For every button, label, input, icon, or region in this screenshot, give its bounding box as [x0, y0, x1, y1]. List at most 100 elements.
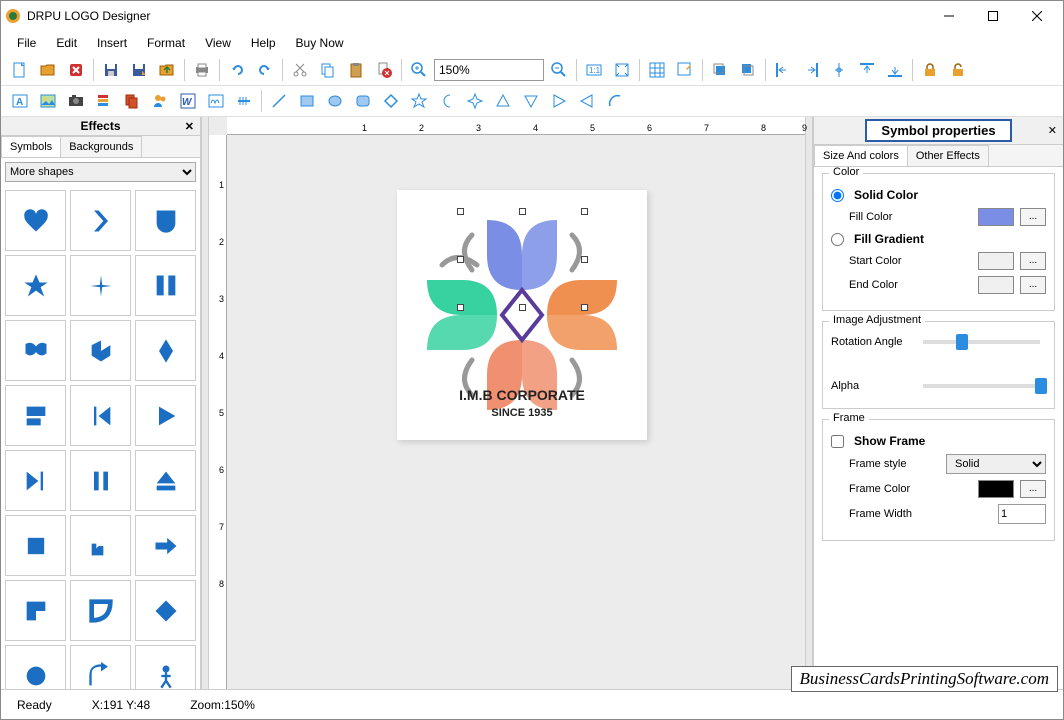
show-frame-checkbox[interactable] — [831, 435, 844, 448]
star-tool-icon[interactable] — [406, 88, 432, 114]
signature-icon[interactable] — [203, 88, 229, 114]
frame-color-swatch[interactable] — [978, 480, 1014, 498]
frame-color-browse-button[interactable]: ... — [1020, 480, 1046, 498]
end-color-swatch[interactable] — [978, 276, 1014, 294]
symbol-arrow-down-left[interactable] — [70, 515, 131, 576]
right-resize-handle[interactable] — [805, 117, 813, 689]
rotation-slider[interactable] — [923, 340, 1040, 344]
canvas-viewport[interactable]: I.M.B CORPORATE SINCE 1935 — [227, 135, 805, 689]
symbol-diamond[interactable] — [135, 320, 196, 381]
symbol-person[interactable] — [135, 645, 196, 689]
paste-icon[interactable] — [343, 57, 369, 83]
duplicate-icon[interactable] — [119, 88, 145, 114]
zoom-in-icon[interactable] — [406, 57, 432, 83]
open-icon[interactable] — [35, 57, 61, 83]
menu-format[interactable]: Format — [139, 34, 193, 52]
alpha-slider[interactable] — [923, 384, 1040, 388]
word-icon[interactable]: W — [175, 88, 201, 114]
symbol-circle[interactable] — [5, 645, 66, 689]
print-icon[interactable] — [189, 57, 215, 83]
undo-icon[interactable] — [224, 57, 250, 83]
symbol-rhombus[interactable] — [135, 580, 196, 641]
ellipse-tool-icon[interactable] — [322, 88, 348, 114]
symbol-book[interactable] — [135, 255, 196, 316]
symbol-next[interactable] — [5, 450, 66, 511]
layers-icon[interactable] — [91, 88, 117, 114]
image-tool-icon[interactable] — [35, 88, 61, 114]
copy-icon[interactable] — [315, 57, 341, 83]
align-left-icon[interactable] — [770, 57, 796, 83]
grid-icon[interactable] — [644, 57, 670, 83]
effects-panel-close-icon[interactable]: ✕ — [185, 120, 194, 133]
end-color-browse-button[interactable]: ... — [1020, 276, 1046, 294]
redo-icon[interactable] — [252, 57, 278, 83]
symbol-stop[interactable] — [5, 515, 66, 576]
symbol-prev[interactable] — [70, 385, 131, 446]
line-tool-icon[interactable] — [266, 88, 292, 114]
fit-icon[interactable] — [609, 57, 635, 83]
edit-shape-icon[interactable] — [672, 57, 698, 83]
align-top-icon[interactable] — [854, 57, 880, 83]
frame-style-dropdown[interactable]: Solid — [946, 454, 1046, 474]
start-color-swatch[interactable] — [978, 252, 1014, 270]
symbol-chevron[interactable] — [70, 190, 131, 251]
symbol-arrow-right[interactable] — [135, 515, 196, 576]
save-as-icon[interactable] — [126, 57, 152, 83]
roundrect-tool-icon[interactable] — [350, 88, 376, 114]
symbol-leaf[interactable] — [70, 580, 131, 641]
start-color-browse-button[interactable]: ... — [1020, 252, 1046, 270]
triangle-down-tool-icon[interactable] — [518, 88, 544, 114]
symbol-play[interactable] — [135, 385, 196, 446]
arc-tool-icon[interactable] — [602, 88, 628, 114]
shape-category-dropdown[interactable]: More shapes — [5, 162, 196, 182]
triangle-up-tool-icon[interactable] — [490, 88, 516, 114]
user-icon[interactable] — [147, 88, 173, 114]
actual-size-icon[interactable]: 1:1 — [581, 57, 607, 83]
symbol-corner[interactable] — [5, 580, 66, 641]
tab-backgrounds[interactable]: Backgrounds — [60, 136, 142, 157]
menu-file[interactable]: File — [9, 34, 44, 52]
menu-insert[interactable]: Insert — [89, 34, 135, 52]
triangle-right-tool-icon[interactable] — [546, 88, 572, 114]
symbol-bent-arrow[interactable] — [70, 645, 131, 689]
export-icon[interactable] — [154, 57, 180, 83]
align-right-icon[interactable] — [798, 57, 824, 83]
artboard[interactable]: I.M.B CORPORATE SINCE 1935 — [397, 190, 647, 440]
close-button[interactable] — [1015, 1, 1059, 31]
lock-icon[interactable] — [917, 57, 943, 83]
watermark-icon[interactable] — [231, 88, 257, 114]
diamond-tool-icon[interactable] — [378, 88, 404, 114]
new-icon[interactable] — [7, 57, 33, 83]
menu-edit[interactable]: Edit — [48, 34, 85, 52]
maximize-button[interactable] — [971, 1, 1015, 31]
bring-front-icon[interactable] — [707, 57, 733, 83]
triangle-left-tool-icon[interactable] — [574, 88, 600, 114]
unlock-icon[interactable] — [945, 57, 971, 83]
cut-icon[interactable] — [287, 57, 313, 83]
align-center-icon[interactable] — [826, 57, 852, 83]
symbol-pause[interactable] — [70, 450, 131, 511]
solid-color-radio[interactable] — [831, 189, 844, 202]
tab-symbols[interactable]: Symbols — [1, 136, 61, 157]
properties-panel-close-icon[interactable]: ✕ — [1048, 124, 1057, 137]
symbol-shield[interactable] — [135, 190, 196, 251]
menu-buy-now[interactable]: Buy Now — [288, 34, 352, 52]
delete-icon[interactable] — [371, 57, 397, 83]
text-tool-icon[interactable]: A — [7, 88, 33, 114]
symbol-eject[interactable] — [135, 450, 196, 511]
symbol-leaves[interactable] — [5, 320, 66, 381]
symbol-heart[interactable] — [5, 190, 66, 251]
menu-view[interactable]: View — [197, 34, 239, 52]
save-icon[interactable] — [98, 57, 124, 83]
moon-tool-icon[interactable] — [434, 88, 460, 114]
logo-artwork[interactable]: I.M.B CORPORATE SINCE 1935 — [397, 190, 647, 440]
fill-color-browse-button[interactable]: ... — [1020, 208, 1046, 226]
tab-other-effects[interactable]: Other Effects — [907, 145, 989, 166]
zoom-out-icon[interactable] — [546, 57, 572, 83]
symbol-cube[interactable] — [70, 320, 131, 381]
close-file-icon[interactable] — [63, 57, 89, 83]
camera-icon[interactable] — [63, 88, 89, 114]
zoom-combo[interactable] — [434, 59, 544, 81]
tab-size-colors[interactable]: Size And colors — [814, 145, 908, 166]
align-bottom-icon[interactable] — [882, 57, 908, 83]
